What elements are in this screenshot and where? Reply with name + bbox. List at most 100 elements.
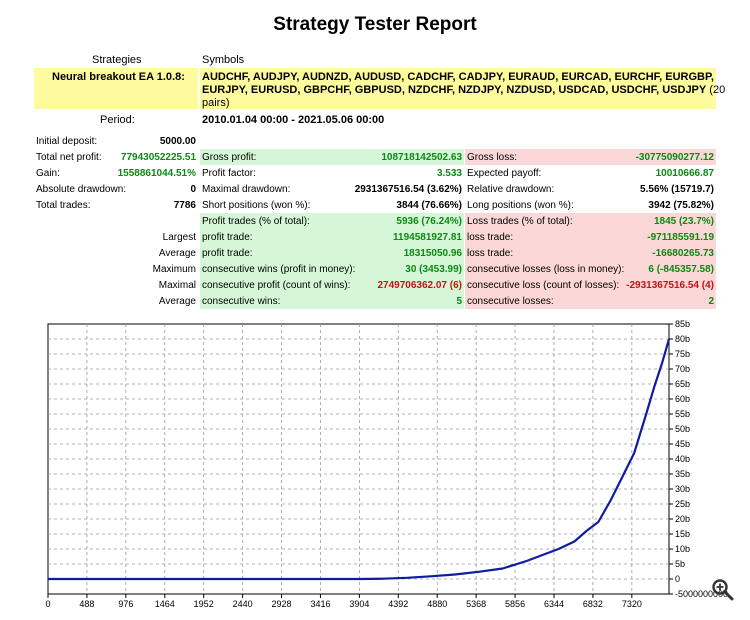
balance-chart-svg: 85b 80b 75b 70b 65b 60b 55b 50b 45b 40b 35b 30b 25b 2… — [45, 319, 728, 609]
x-tick-label: 4392 — [388, 599, 408, 609]
x-tick-label: 488 — [79, 599, 94, 609]
stat-value: 1558861044.51% — [117, 168, 196, 179]
stat-prefix: Average — [158, 296, 196, 307]
y-tick-label: 45b — [675, 439, 690, 449]
stat-label: Profit factor: — [202, 168, 256, 179]
symbols-line-1: AUDCHF, AUDJPY, AUDNZD, AUDUSD, CADCHF, … — [202, 71, 714, 83]
x-tick-label: 3416 — [310, 599, 330, 609]
x-tick-label: 7320 — [622, 599, 642, 609]
stat-value: -971185591.19 — [647, 232, 714, 243]
stat-label: loss trade: — [467, 232, 514, 243]
y-tick-label: 80b — [675, 334, 690, 344]
stat-value: 2931367516.54 (3.62%) — [354, 184, 462, 195]
x-tick-label: 976 — [118, 599, 133, 609]
stat-value: 3.533 — [436, 168, 462, 179]
stat-label: Gain: — [36, 168, 60, 179]
stat-value: -30775090277.12 — [635, 152, 714, 163]
balance-chart: 85b 80b 75b 70b 65b 60b 55b 50b 45b 40b 35b 30b 25b 2… — [0, 318, 750, 615]
stat-label: Total net profit: — [36, 152, 102, 163]
stat-value: 7786 — [173, 200, 196, 211]
stat-value: 2749706362.07 (6) — [377, 280, 462, 291]
plot-frame — [47, 323, 670, 595]
stat-value: 77943052225.51 — [120, 152, 196, 163]
stat-label: consecutive losses (loss in money): — [467, 264, 625, 275]
y-tick-label: 50b — [675, 424, 690, 434]
y-tick-label: 60b — [675, 394, 690, 404]
stat-value: 1845 (23.7%) — [653, 216, 714, 227]
y-tick-label: 0 — [675, 574, 680, 584]
stat-value: 5.56% (15719.7) — [640, 184, 714, 195]
y-tick-label: 55b — [675, 409, 690, 419]
magnifier-icon — [712, 579, 734, 601]
stat-prefix: Maximum — [152, 264, 196, 275]
x-tick-label: 1952 — [194, 599, 214, 609]
stat-value: 10010666.87 — [655, 168, 714, 179]
zoom-button[interactable] — [710, 577, 736, 603]
stat-label: consecutive wins: — [202, 296, 281, 307]
report-title: Strategy Tester Report — [273, 14, 477, 35]
period-label: Period: — [100, 114, 135, 126]
x-tick-label: 6832 — [583, 599, 603, 609]
stat-value: 3844 (76.66%) — [396, 200, 462, 211]
stat-label: Loss trades (% of total): — [467, 216, 573, 227]
x-tick-label: 3904 — [349, 599, 369, 609]
x-tick-label: 0 — [45, 599, 50, 609]
stat-value: 1194581927.81 — [393, 232, 462, 243]
strategies-header: Strategies — [92, 54, 142, 66]
stat-label: Long positions (won %): — [467, 200, 574, 211]
y-tick-label: 40b — [675, 454, 690, 464]
stat-label: Expected payoff: — [467, 168, 542, 179]
y-tick-label: 20b — [675, 514, 690, 524]
stat-value: 3942 (75.82%) — [648, 200, 714, 211]
x-tick-label: 5368 — [466, 599, 486, 609]
stat-prefix: Maximal — [158, 280, 196, 291]
stat-label: Relative drawdown: — [467, 184, 555, 195]
stat-label: Total trades: — [36, 200, 91, 211]
stat-label: profit trade: — [202, 232, 253, 243]
symbols-header: Symbols — [202, 54, 245, 66]
y-tick-label: 70b — [675, 364, 690, 374]
x-tick-label: 4880 — [427, 599, 447, 609]
stat-prefix: Largest — [162, 232, 196, 243]
x-tick-label: 2440 — [233, 599, 253, 609]
symbols-count: (20 — [709, 84, 726, 96]
stat-value: 5936 (76.24%) — [396, 216, 462, 227]
x-tick-label: 2928 — [272, 599, 292, 609]
symbols-line-2-text: EURJPY, EURUSD, GBPCHF, GBPUSD, NZDCHF, … — [202, 84, 707, 96]
y-tick-label: 75b — [675, 349, 690, 359]
stat-value: -16680265.73 — [652, 248, 714, 259]
strategy-name: Neural breakout EA 1.0.8: — [52, 71, 185, 83]
stat-label: Profit trades (% of total): — [202, 216, 310, 227]
stat-label: Absolute drawdown: — [36, 184, 127, 195]
stat-value: 5 — [456, 296, 462, 307]
y-tick-label: 35b — [675, 469, 690, 479]
stat-label: loss trade: — [467, 248, 514, 259]
y-tick-label: 10b — [675, 544, 690, 554]
x-tick-label: 6344 — [544, 599, 564, 609]
stat-value: 30 (3453.99) — [405, 264, 462, 275]
stat-label: consecutive losses: — [467, 296, 554, 307]
stat-value: 0 — [190, 184, 196, 195]
symbols-line-2: EURJPY, EURUSD, GBPCHF, GBPUSD, NZDCHF, … — [202, 83, 725, 97]
stat-value: -2931367516.54 (4) — [626, 280, 714, 291]
y-tick-label: 85b — [675, 319, 690, 329]
x-tick-label: 5856 — [505, 599, 525, 609]
y-tick-label: 65b — [675, 379, 690, 389]
stat-label: Initial deposit: — [36, 136, 98, 147]
period-value: 2010.01.04 00:00 - 2021.05.06 00:00 — [202, 114, 385, 126]
stat-label: consecutive wins (profit in money): — [202, 264, 356, 275]
stat-value: 2 — [708, 296, 714, 307]
y-tick-label: 30b — [675, 484, 690, 494]
stat-value: 108718142502.63 — [381, 152, 462, 163]
y-tick-label: 5b — [675, 559, 685, 569]
stat-value: 5000.00 — [159, 136, 196, 147]
stat-label: consecutive loss (count of losses): — [467, 280, 620, 291]
stat-label: consecutive profit (count of wins): — [202, 280, 351, 291]
stat-label: profit trade: — [202, 248, 253, 259]
stat-label: Maximal drawdown: — [202, 184, 291, 195]
symbols-count-2: pairs) — [202, 97, 230, 109]
stat-label: Short positions (won %): — [202, 200, 311, 211]
y-tick-label: 25b — [675, 499, 690, 509]
stat-value: 18315050.96 — [403, 248, 462, 259]
stat-label: Gross profit: — [202, 152, 257, 163]
